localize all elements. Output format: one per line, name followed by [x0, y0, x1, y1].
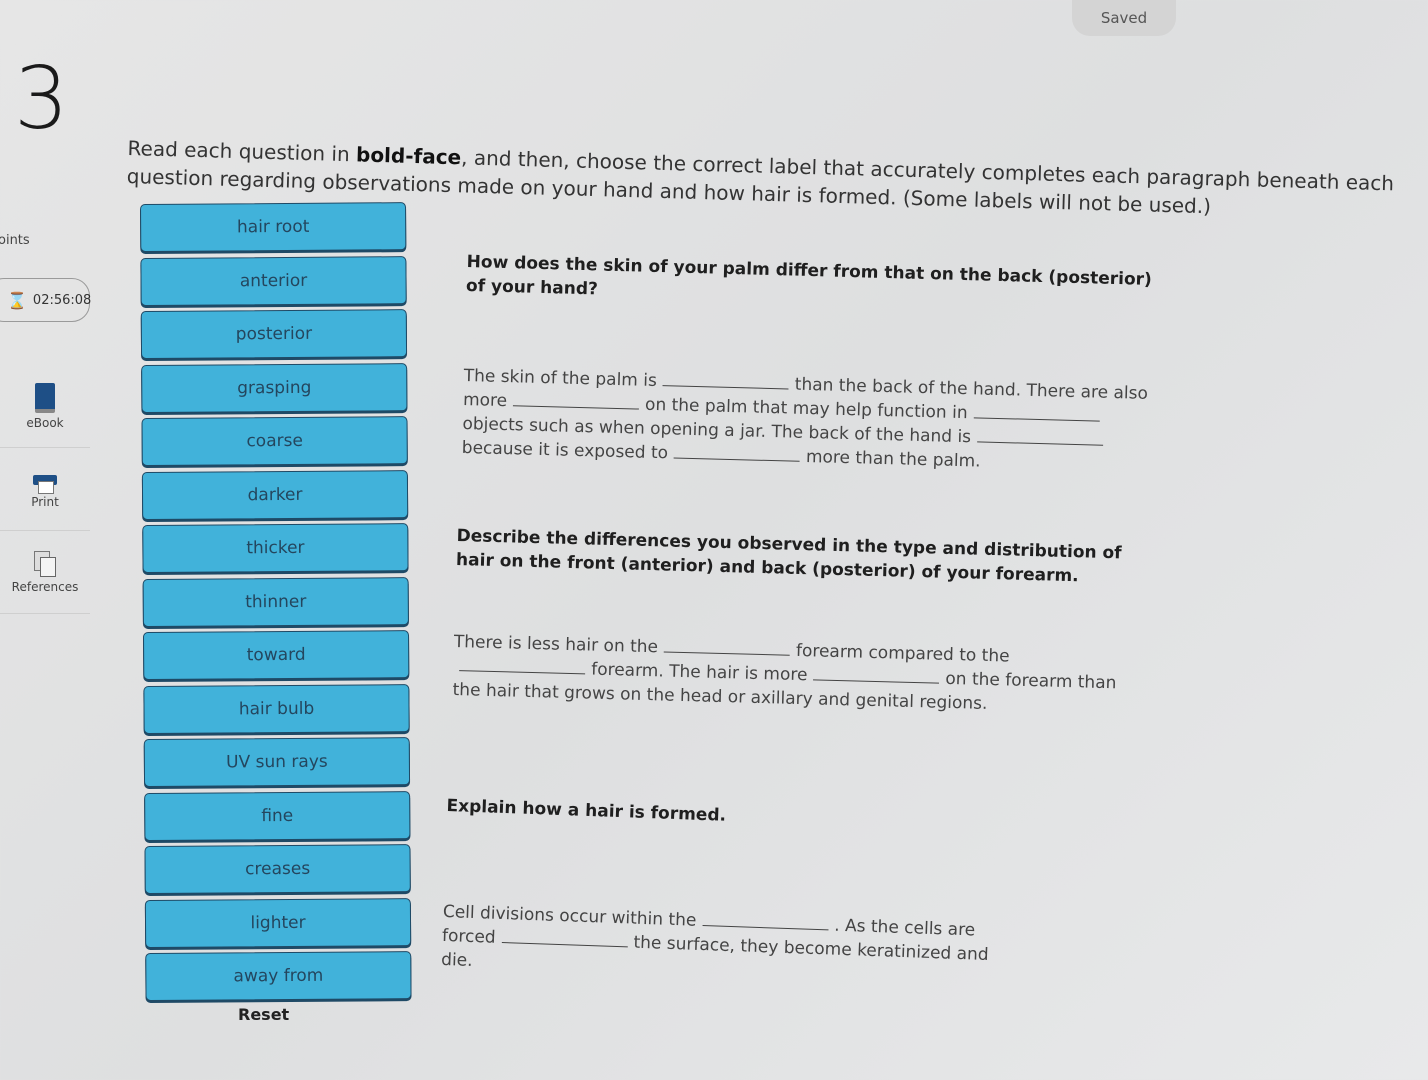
label-away-from[interactable]: away from — [145, 951, 412, 1001]
question-forearm: Describe the differences you observed in… — [455, 525, 1122, 587]
label-anterior[interactable]: anterior — [140, 255, 407, 306]
question-palm: How does the skin of your palm differ fr… — [465, 251, 1153, 300]
instructions-bold: bold-face — [355, 142, 462, 170]
paragraph-hair-formation: Cell divisions occur within the. As the … — [441, 900, 1023, 992]
drop-blank[interactable] — [459, 654, 586, 675]
drop-blank[interactable] — [662, 369, 790, 390]
side-tools: eBook Print References — [0, 365, 90, 614]
para-text: on the palm that may help function in — [644, 394, 968, 424]
drop-blank[interactable] — [663, 635, 791, 656]
reset-button[interactable]: Reset — [238, 1005, 289, 1024]
ebook-label: eBook — [26, 415, 64, 430]
label-uv-sun-rays[interactable]: UV sun rays — [143, 737, 411, 787]
label-hair-root[interactable]: hair root — [140, 202, 407, 252]
drop-blank[interactable] — [702, 908, 829, 931]
drop-blank[interactable] — [973, 401, 1100, 422]
label-hair-bulb[interactable]: hair bulb — [143, 683, 410, 734]
section-palm: How does the skin of your palm differ fr… — [462, 250, 1157, 478]
label-fine[interactable]: fine — [144, 790, 411, 841]
label-thicker[interactable]: thicker — [142, 523, 409, 573]
label-posterior[interactable]: posterior — [140, 309, 408, 359]
paragraph-forearm: There is less hair on the forearm compare… — [452, 630, 1144, 720]
drop-blank[interactable] — [673, 441, 801, 462]
references-label: References — [11, 579, 79, 594]
drop-blank[interactable] — [976, 425, 1104, 446]
para-text: The skin of the palm is — [463, 365, 658, 392]
label-grasping[interactable]: grasping — [141, 362, 408, 413]
label-darker[interactable]: darker — [141, 469, 409, 520]
label-coarse[interactable]: coarse — [141, 416, 408, 466]
para-text: more than the palm. — [805, 446, 981, 472]
para-text: There is less hair on the — [453, 631, 659, 658]
label-creases[interactable]: creases — [144, 844, 411, 894]
print-icon — [33, 470, 57, 494]
label-toward[interactable]: toward — [142, 630, 410, 680]
para-text: forearm. The hair is more — [590, 659, 808, 686]
print-label: Print — [31, 494, 59, 509]
label-lighter[interactable]: lighter — [144, 897, 412, 948]
references-button[interactable]: References — [0, 531, 90, 614]
timer-value: 02:56:08 — [32, 292, 92, 308]
saved-status-badge: Saved — [1072, 0, 1176, 36]
section-hair-formation: Explain how a hair is formed. Cell divis… — [441, 794, 1027, 992]
ebook-icon — [35, 382, 55, 413]
paragraph-palm: The skin of the palm is than the back of … — [462, 364, 1154, 478]
question-hair-formation: Explain how a hair is formed. — [446, 795, 727, 826]
question-number: 3 — [14, 49, 69, 149]
label-thinner[interactable]: thinner — [142, 576, 409, 627]
para-text: because it is exposed to — [461, 437, 669, 464]
drop-blank[interactable] — [501, 926, 628, 948]
drop-blank[interactable] — [813, 663, 940, 684]
print-button[interactable]: Print — [0, 448, 90, 531]
references-icon — [34, 550, 56, 577]
hourglass-icon: ⌛ — [7, 290, 27, 310]
timer: ⌛ 02:56:08 — [0, 278, 92, 322]
drop-blank[interactable] — [512, 389, 640, 410]
instructions-text: Read each question in — [127, 135, 357, 167]
para-text: forearm compared to the — [795, 640, 1010, 667]
points-label: oints — [0, 233, 30, 248]
label-bank: hair root anterior posterior grasping co… — [140, 202, 412, 1006]
section-forearm: Describe the differences you observed in… — [452, 524, 1146, 720]
ebook-button[interactable]: eBook — [0, 365, 90, 448]
